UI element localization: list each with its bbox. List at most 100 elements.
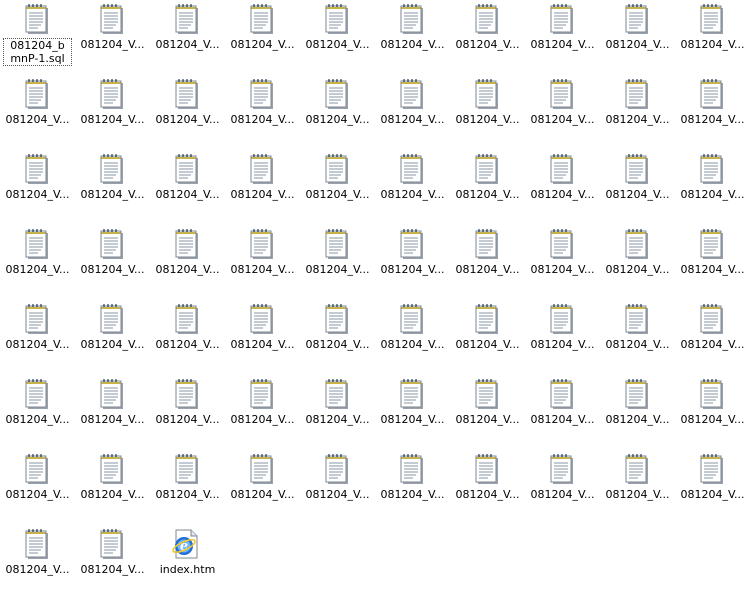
file-name-label: 081204_V... — [305, 263, 370, 276]
file-item[interactable]: 081204_V... — [450, 375, 525, 450]
file-item[interactable]: 081204_V... — [225, 0, 300, 75]
file-name-label: 081204_V... — [230, 38, 295, 51]
file-item[interactable]: 081204_V... — [675, 75, 744, 150]
file-name-label: 081204_V... — [605, 338, 670, 351]
file-name-label: 081204_V... — [455, 113, 520, 126]
file-name-label: 081204_V... — [5, 488, 70, 501]
notepad-document-icon — [324, 378, 350, 410]
notepad-document-icon — [174, 3, 200, 35]
notepad-document-icon — [474, 153, 500, 185]
file-item[interactable]: 081204_V... — [300, 150, 375, 225]
file-item[interactable]: 081204_V... — [450, 75, 525, 150]
file-item[interactable]: 081204_V... — [450, 450, 525, 525]
file-item[interactable]: 081204_V... — [150, 375, 225, 450]
file-name-label: 081204_V... — [455, 488, 520, 501]
notepad-document-icon — [699, 153, 725, 185]
file-item[interactable]: 081204_V... — [300, 225, 375, 300]
file-item[interactable]: 081204_V... — [450, 225, 525, 300]
file-item[interactable]: 081204_V... — [225, 150, 300, 225]
file-item[interactable]: 081204_V... — [0, 75, 75, 150]
file-item[interactable]: 081204_V... — [300, 375, 375, 450]
file-item[interactable]: 081204_V... — [150, 300, 225, 375]
file-item[interactable]: 081204_V... — [150, 150, 225, 225]
file-item[interactable]: 081204_V... — [150, 225, 225, 300]
file-item[interactable]: 081204_V... — [375, 75, 450, 150]
file-item[interactable]: 081204_V... — [225, 225, 300, 300]
file-item[interactable]: 081204_V... — [675, 375, 744, 450]
file-item[interactable]: 081204_V... — [75, 0, 150, 75]
file-item[interactable]: 081204_V... — [225, 300, 300, 375]
file-item[interactable]: 081204_V... — [600, 450, 675, 525]
file-item[interactable]: 081204_V... — [375, 450, 450, 525]
file-item[interactable]: 081204_V... — [150, 75, 225, 150]
file-item[interactable]: 081204_V... — [150, 0, 225, 75]
file-item[interactable]: 081204_V... — [75, 525, 150, 600]
file-item[interactable]: 081204_V... — [300, 450, 375, 525]
file-item[interactable]: 081204_V... — [375, 225, 450, 300]
file-item[interactable]: 081204_V... — [600, 375, 675, 450]
notepad-document-icon — [174, 78, 200, 110]
file-item[interactable]: 081204_V... — [675, 300, 744, 375]
file-item[interactable]: 081204_V... — [375, 150, 450, 225]
file-item[interactable]: 081204_V... — [600, 75, 675, 150]
file-item[interactable]: 081204_V... — [525, 150, 600, 225]
file-item[interactable]: 081204_V... — [525, 450, 600, 525]
notepad-document-icon — [249, 3, 275, 35]
notepad-document-icon — [624, 453, 650, 485]
file-item[interactable]: 081204_V... — [75, 150, 150, 225]
file-item[interactable]: 081204_V... — [300, 300, 375, 375]
file-item[interactable]: 081204_V... — [675, 0, 744, 75]
file-item[interactable]: 081204_V... — [375, 375, 450, 450]
file-item[interactable]: 081204_V... — [525, 375, 600, 450]
file-item[interactable]: 081204_V... — [225, 375, 300, 450]
file-item[interactable]: 081204_V... — [600, 0, 675, 75]
file-item[interactable]: 081204_V... — [300, 75, 375, 150]
file-item[interactable]: 081204_V... — [75, 450, 150, 525]
notepad-document-icon — [549, 3, 575, 35]
file-item[interactable]: 081204_V... — [75, 75, 150, 150]
file-item-html[interactable]: e index.htm — [150, 525, 225, 600]
file-item[interactable]: 081204_bmnP-1.sql — [0, 0, 75, 75]
file-item[interactable]: 081204_V... — [375, 300, 450, 375]
file-item[interactable]: 081204_V... — [525, 300, 600, 375]
file-name-label: 081204_V... — [380, 263, 445, 276]
file-name-label: 081204_V... — [455, 188, 520, 201]
file-item[interactable]: 081204_V... — [0, 375, 75, 450]
file-name-label: 081204_V... — [605, 413, 670, 426]
file-item[interactable]: 081204_V... — [0, 300, 75, 375]
file-item[interactable]: 081204_V... — [600, 150, 675, 225]
file-item[interactable]: 081204_V... — [525, 225, 600, 300]
file-name-label: 081204_V... — [80, 488, 145, 501]
notepad-document-icon — [174, 303, 200, 335]
file-item[interactable]: 081204_V... — [300, 0, 375, 75]
file-item[interactable]: 081204_V... — [600, 300, 675, 375]
file-item[interactable]: 081204_V... — [0, 225, 75, 300]
file-item[interactable]: 081204_V... — [225, 75, 300, 150]
notepad-document-icon — [99, 378, 125, 410]
file-name-label: 081204_V... — [230, 188, 295, 201]
file-item[interactable]: 081204_V... — [0, 525, 75, 600]
file-item[interactable]: 081204_V... — [675, 450, 744, 525]
notepad-document-icon — [24, 153, 50, 185]
file-name-label: 081204_V... — [680, 263, 744, 276]
file-item[interactable]: 081204_V... — [600, 225, 675, 300]
file-item[interactable]: 081204_V... — [0, 150, 75, 225]
notepad-document-icon — [324, 228, 350, 260]
file-item[interactable]: 081204_V... — [450, 300, 525, 375]
file-item[interactable]: 081204_V... — [450, 0, 525, 75]
file-item[interactable]: 081204_V... — [525, 0, 600, 75]
file-name-label: 081204_V... — [680, 413, 744, 426]
file-item[interactable]: 081204_V... — [0, 450, 75, 525]
file-item[interactable]: 081204_V... — [450, 150, 525, 225]
file-item[interactable]: 081204_V... — [375, 0, 450, 75]
file-item[interactable]: 081204_V... — [75, 225, 150, 300]
notepad-document-icon — [624, 228, 650, 260]
file-item[interactable]: 081204_V... — [75, 375, 150, 450]
file-item[interactable]: 081204_V... — [225, 450, 300, 525]
file-name-label: 081204_V... — [5, 338, 70, 351]
file-item[interactable]: 081204_V... — [675, 150, 744, 225]
file-item[interactable]: 081204_V... — [525, 75, 600, 150]
file-item[interactable]: 081204_V... — [75, 300, 150, 375]
file-item[interactable]: 081204_V... — [150, 450, 225, 525]
file-item[interactable]: 081204_V... — [675, 225, 744, 300]
